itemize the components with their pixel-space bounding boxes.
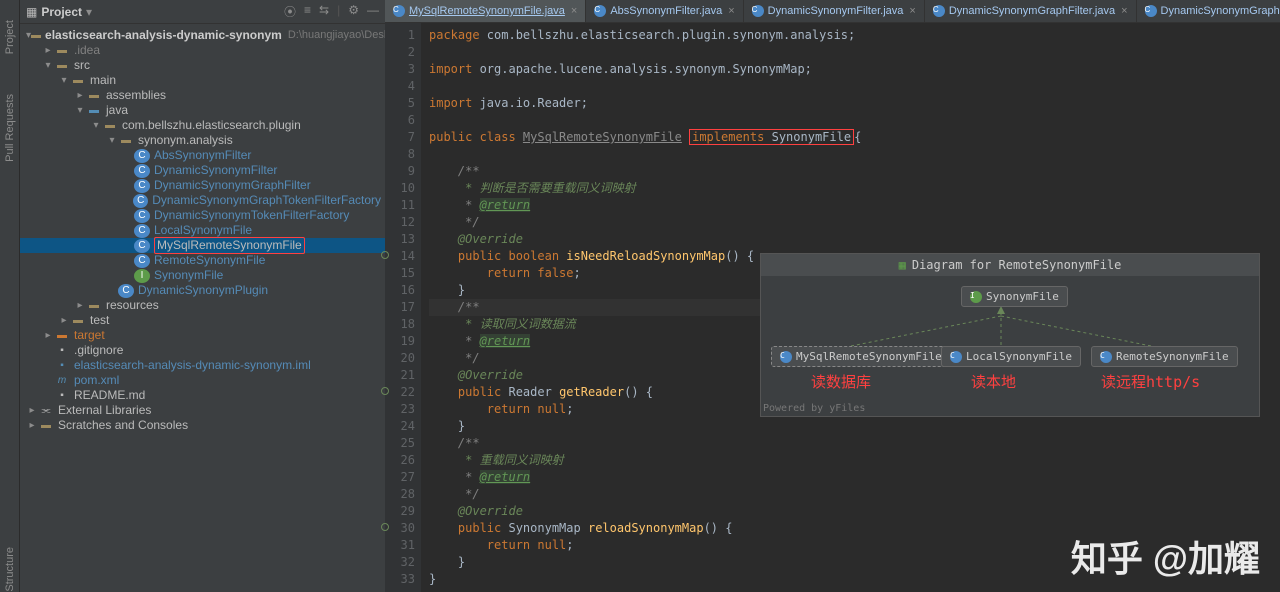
tree-readme[interactable]: ▪README.md (20, 388, 385, 403)
tree-file[interactable]: CDynamicSynonymTokenFilterFactory (20, 208, 385, 223)
diagram-node[interactable]: CLocalSynonymFile (941, 346, 1081, 367)
tree-assemblies[interactable]: ▸▬assemblies (20, 88, 385, 103)
powered-by: Powered by yFiles (763, 403, 865, 414)
annotation: 读远程http/s (1101, 371, 1200, 392)
sidebar-header: ▦ Project ▾ ⦿ ≡ ⇆ | ⚙ — (20, 0, 385, 24)
tree-file[interactable]: CRemoteSynonymFile (20, 253, 385, 268)
tree-file[interactable]: CAbsSynonymFilter (20, 148, 385, 163)
annotation: 读数据库 (811, 371, 871, 392)
tree-extlib[interactable]: ▸⫘External Libraries (20, 403, 385, 418)
tree-java[interactable]: ▾▬java (20, 103, 385, 118)
diagram-node-parent[interactable]: ISynonymFile (961, 286, 1068, 307)
diagram-node[interactable]: CRemoteSynonymFile (1091, 346, 1238, 367)
diagram-node[interactable]: CMySqlRemoteSynonymFile (771, 346, 951, 367)
expand-icon[interactable]: ≡ (304, 3, 311, 20)
tab-active[interactable]: CMySqlRemoteSynonymFile.java× (385, 0, 586, 22)
tree-file[interactable]: CLocalSynonymFile (20, 223, 385, 238)
tree-file[interactable]: CDynamicSynonymGraphFilter (20, 178, 385, 193)
gear-icon[interactable]: ⚙ (348, 3, 359, 20)
diagram-title: ▦Diagram for RemoteSynonymFile (761, 254, 1259, 276)
hide-icon[interactable]: — (367, 3, 379, 20)
tree-root[interactable]: ▾▬elasticsearch-analysis-dynamic-synonym… (20, 28, 385, 43)
tree-idea[interactable]: ▸▬.idea (20, 43, 385, 58)
close-icon[interactable]: × (571, 5, 577, 17)
tree-main[interactable]: ▾▬main (20, 73, 385, 88)
rail-pullreq[interactable]: Pull Requests (4, 94, 16, 162)
tree-src[interactable]: ▾▬src (20, 58, 385, 73)
gutter: 1234567891011121314 1516171819202122 232… (385, 23, 421, 592)
project-tree[interactable]: ▾▬elasticsearch-analysis-dynamic-synonym… (20, 24, 385, 592)
tab[interactable]: CDynamicSynonymGraphFilter.java× (925, 0, 1137, 22)
tree-subpackage[interactable]: ▾▬synonym.analysis (20, 133, 385, 148)
tree-file[interactable]: CDynamicSynonymFilter (20, 163, 385, 178)
project-icon: ▦ (26, 5, 37, 19)
project-sidebar: ▦ Project ▾ ⦿ ≡ ⇆ | ⚙ — ▾▬elasticsearch-… (20, 0, 385, 592)
locate-icon[interactable]: ⦿ (284, 3, 296, 20)
collapse-icon[interactable]: ⇆ (319, 3, 329, 20)
watermark: 知乎 @加耀 (1071, 530, 1260, 582)
editor-tabs: CMySqlRemoteSynonymFile.java× CAbsSynony… (385, 0, 1280, 23)
tree-resources[interactable]: ▸▬resources (20, 298, 385, 313)
tree-scratches[interactable]: ▸▬Scratches and Consoles (20, 418, 385, 433)
rail-project[interactable]: Project (4, 20, 16, 54)
tree-test[interactable]: ▸▬test (20, 313, 385, 328)
tree-iml[interactable]: ▪elasticsearch-analysis-dynamic-synonym.… (20, 358, 385, 373)
editor-area: CMySqlRemoteSynonymFile.java× CAbsSynony… (385, 0, 1280, 592)
tree-target[interactable]: ▸▬target (20, 328, 385, 343)
code-editor[interactable]: 1234567891011121314 1516171819202122 232… (385, 23, 1280, 592)
sidebar-title[interactable]: Project (41, 5, 82, 19)
close-icon[interactable]: × (728, 5, 734, 17)
tree-pom[interactable]: mpom.xml (20, 373, 385, 388)
tree-file-selected[interactable]: CMySqlRemoteSynonymFile (20, 238, 385, 253)
tree-gitignore[interactable]: ▪.gitignore (20, 343, 385, 358)
tree-file[interactable]: ISynonymFile (20, 268, 385, 283)
tree-file[interactable]: CDynamicSynonymGraphTokenFilterFactory (20, 193, 385, 208)
diagram-popup[interactable]: ▦Diagram for RemoteSynonymFile ISynonymF… (760, 253, 1260, 417)
rail-structure[interactable]: Structure (4, 547, 16, 592)
diagram-icon: ▦ (899, 258, 906, 272)
tree-package[interactable]: ▾▬com.bellszhu.elasticsearch.plugin (20, 118, 385, 133)
left-rail: Project Pull Requests Structure (0, 0, 20, 592)
tree-plugin[interactable]: CDynamicSynonymPlugin (20, 283, 385, 298)
close-icon[interactable]: × (1121, 5, 1127, 17)
tab[interactable]: CDynamicSynonymGraphTokenFilterFactory.j… (1137, 0, 1280, 22)
chevron-down-icon[interactable]: ▾ (86, 5, 92, 19)
annotation: 读本地 (971, 371, 1016, 392)
tab[interactable]: CAbsSynonymFilter.java× (586, 0, 743, 22)
tab[interactable]: CDynamicSynonymFilter.java× (744, 0, 925, 22)
close-icon[interactable]: × (909, 5, 915, 17)
